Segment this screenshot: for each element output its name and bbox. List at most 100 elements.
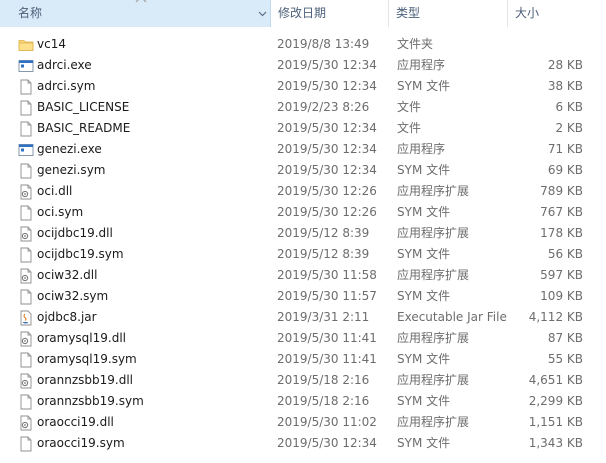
file-name: genezi.sym xyxy=(37,163,106,177)
file-row[interactable]: oramysql19.sym 2019/5/30 11:41 SYM 文件 55 KB xyxy=(0,349,606,370)
file-size: 87 KB xyxy=(547,331,583,345)
file-icon xyxy=(18,163,32,179)
file-icon xyxy=(18,100,32,116)
dll-icon xyxy=(18,268,32,284)
file-icon xyxy=(18,79,32,95)
file-size: 178 KB xyxy=(540,226,583,240)
column-header-size-label: 大小 xyxy=(515,6,540,20)
file-row[interactable]: vc14 2019/8/8 13:49 文件夹 xyxy=(0,34,606,55)
file-row[interactable]: adrci.sym 2019/5/30 12:34 SYM 文件 38 KB xyxy=(0,76,606,97)
file-name: ocijdbc19.sym xyxy=(37,247,124,261)
file-date: 2019/5/30 12:34 xyxy=(277,142,377,156)
file-type: 应用程序扩展 xyxy=(397,226,470,240)
file-date: 2019/5/30 11:57 xyxy=(277,289,377,303)
file-type: SYM 文件 xyxy=(397,289,451,303)
file-row[interactable]: ocijdbc19.sym 2019/5/12 8:39 SYM 文件 56 KB xyxy=(0,244,606,265)
file-type: SYM 文件 xyxy=(397,436,451,450)
file-date: 2019/5/30 11:41 xyxy=(277,352,377,366)
file-row[interactable]: oramysql19.dll 2019/5/30 11:41 应用程序扩展 87 KB xyxy=(0,328,606,349)
column-header-date-label: 修改日期 xyxy=(278,6,327,20)
file-size: 597 KB xyxy=(540,268,583,282)
file-date: 2019/5/30 12:34 xyxy=(277,163,377,177)
file-date: 2019/5/30 12:26 xyxy=(277,184,377,198)
file-name: ojdbc8.jar xyxy=(37,310,97,324)
file-size: 6 KB xyxy=(555,100,583,114)
file-name: vc14 xyxy=(37,37,66,51)
file-row[interactable]: ocijdbc19.dll 2019/5/12 8:39 应用程序扩展 178 KB xyxy=(0,223,606,244)
file-list: vc14 2019/8/8 13:49 文件夹 adrci.exe 2019/5/30 … xyxy=(0,34,606,454)
file-date: 2019/5/30 12:26 xyxy=(277,205,377,219)
exe-icon xyxy=(18,58,34,74)
file-size: 71 KB xyxy=(547,142,583,156)
file-date: 2019/5/30 11:02 xyxy=(277,415,377,429)
file-row[interactable]: oraocci19.dll 2019/5/30 11:02 应用程序扩展 1,151 … xyxy=(0,412,606,433)
file-type: Executable Jar File xyxy=(397,310,507,324)
file-name: oramysql19.sym xyxy=(37,352,137,366)
file-date: 2019/5/30 12:34 xyxy=(277,58,377,72)
file-date: 2019/5/12 8:39 xyxy=(277,247,370,261)
file-type: SYM 文件 xyxy=(397,205,451,219)
file-row[interactable]: oci.sym 2019/5/30 12:26 SYM 文件 767 KB xyxy=(0,202,606,223)
file-row[interactable]: BASIC_LICENSE 2019/2/23 8:26 文件 6 KB xyxy=(0,97,606,118)
column-header-bar: 名称 修改日期 类型 大小 xyxy=(0,0,606,28)
file-name: genezi.exe xyxy=(37,142,102,156)
file-size: 1,343 KB xyxy=(528,436,583,450)
file-icon xyxy=(18,247,32,263)
column-header-date[interactable]: 修改日期 xyxy=(272,0,389,27)
file-size: 789 KB xyxy=(540,184,583,198)
file-size: 55 KB xyxy=(547,352,583,366)
file-row[interactable]: BASIC_README 2019/5/30 12:34 文件 2 KB xyxy=(0,118,606,139)
file-icon xyxy=(18,436,32,452)
file-size: 2,299 KB xyxy=(528,394,583,408)
file-row[interactable]: ojdbc8.jar 2019/3/31 2:11 Executable Jar F… xyxy=(0,307,606,328)
file-type: 应用程序扩展 xyxy=(397,415,470,429)
file-size: 4,112 KB xyxy=(528,310,583,324)
exe-icon xyxy=(18,142,34,158)
file-name: oramysql19.dll xyxy=(37,331,126,345)
dll-icon xyxy=(18,184,32,200)
file-type: SYM 文件 xyxy=(397,394,451,408)
column-header-name[interactable]: 名称 xyxy=(0,0,271,27)
file-size: 28 KB xyxy=(547,58,583,72)
chevron-down-icon[interactable] xyxy=(258,9,267,18)
file-type: 应用程序 xyxy=(397,58,446,72)
file-icon xyxy=(18,394,32,410)
file-row[interactable]: ociw32.dll 2019/5/30 11:58 应用程序扩展 597 KB xyxy=(0,265,606,286)
file-type: 文件 xyxy=(397,100,422,114)
file-row[interactable]: adrci.exe 2019/5/30 12:34 应用程序 28 KB xyxy=(0,55,606,76)
file-size: 56 KB xyxy=(547,247,583,261)
file-type: SYM 文件 xyxy=(397,79,451,93)
column-header-size[interactable]: 大小 xyxy=(509,0,606,27)
sort-up-arrow-icon xyxy=(135,0,147,3)
file-size: 4,651 KB xyxy=(528,373,583,387)
file-name: orannzsbb19.dll xyxy=(37,373,133,387)
dll-icon xyxy=(18,373,32,389)
file-row[interactable]: genezi.exe 2019/5/30 12:34 应用程序 71 KB xyxy=(0,139,606,160)
file-row[interactable]: ociw32.sym 2019/5/30 11:57 SYM 文件 109 KB xyxy=(0,286,606,307)
column-header-name-label: 名称 xyxy=(18,6,43,20)
dll-icon xyxy=(18,331,32,347)
file-type: SYM 文件 xyxy=(397,163,451,177)
file-name: BASIC_README xyxy=(37,121,131,135)
dll-icon xyxy=(18,415,32,431)
file-name: adrci.exe xyxy=(37,58,92,72)
file-row[interactable]: orannzsbb19.dll 2019/5/18 2:16 应用程序扩展 4,651… xyxy=(0,370,606,391)
file-row[interactable]: orannzsbb19.sym 2019/5/18 2:16 SYM 文件 2,299… xyxy=(0,391,606,412)
dll-icon xyxy=(18,226,32,242)
file-row[interactable]: genezi.sym 2019/5/30 12:34 SYM 文件 69 KB xyxy=(0,160,606,181)
file-name: oraocci19.dll xyxy=(37,415,114,429)
file-type: 应用程序扩展 xyxy=(397,373,470,387)
file-date: 2019/5/30 11:41 xyxy=(277,331,377,345)
file-name: oci.sym xyxy=(37,205,84,219)
file-name: orannzsbb19.sym xyxy=(37,394,144,408)
column-header-type-label: 类型 xyxy=(396,6,421,20)
file-date: 2019/8/8 13:49 xyxy=(277,37,370,51)
file-name: oraocci19.sym xyxy=(37,436,125,450)
file-row[interactable]: oci.dll 2019/5/30 12:26 应用程序扩展 789 KB xyxy=(0,181,606,202)
file-row[interactable]: oraocci19.sym 2019/5/30 12:34 SYM 文件 1,343 … xyxy=(0,433,606,454)
file-name: adrci.sym xyxy=(37,79,96,93)
column-header-type[interactable]: 类型 xyxy=(390,0,508,27)
file-name: ociw32.dll xyxy=(37,268,98,282)
file-type: 应用程序扩展 xyxy=(397,184,470,198)
file-type: 应用程序扩展 xyxy=(397,268,470,282)
